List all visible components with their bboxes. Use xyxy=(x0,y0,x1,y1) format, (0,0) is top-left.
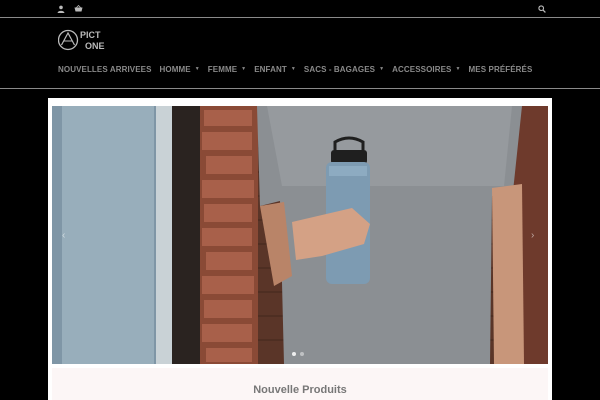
nav-item-accessoires[interactable]: ACCESSOIRES ▼ xyxy=(392,65,460,74)
site-logo[interactable]: PICT ONE xyxy=(57,28,112,52)
hero-slide-image xyxy=(52,106,548,364)
chevron-down-icon: ▼ xyxy=(455,66,461,72)
nav-item-sacs-bagages[interactable]: SACS - BAGAGES ▼ xyxy=(304,65,384,74)
nav-item-enfant[interactable]: ENFANT ▼ xyxy=(254,65,296,74)
nav-item-homme[interactable]: HOMME ▼ xyxy=(160,65,200,74)
logo-text-top: PICT xyxy=(80,30,101,40)
site-header: PICT ONE NOUVELLES ARRIVEES HOMME ▼ FEMME ▼ E… xyxy=(0,18,600,89)
nav-item-nouvelles-arrivees[interactable]: NOUVELLES ARRIVEES xyxy=(58,65,152,74)
nav-item-label: HOMME xyxy=(159,64,191,74)
nav-item-label: ENFANT xyxy=(254,64,287,74)
nav-item-label: SACS - BAGAGES xyxy=(303,64,376,74)
nav-item-label: FEMME xyxy=(207,64,238,74)
chevron-down-icon: ▼ xyxy=(290,66,296,72)
new-products-section: Nouvelle Produits xyxy=(52,368,548,400)
slider-dot-1[interactable] xyxy=(292,352,296,356)
search-icon[interactable] xyxy=(537,4,547,14)
slider-next-arrow[interactable]: › xyxy=(531,230,539,242)
logo-text-bottom: ONE xyxy=(85,41,105,51)
chevron-down-icon: ▼ xyxy=(379,66,385,72)
user-icon[interactable] xyxy=(56,4,66,14)
nav-item-label: NOUVELLES ARRIVEES xyxy=(58,64,152,74)
slider-dot-2[interactable] xyxy=(300,352,304,356)
chevron-down-icon: ▼ xyxy=(241,66,247,72)
nav-item-femme[interactable]: FEMME ▼ xyxy=(208,65,246,74)
top-utility-bar xyxy=(0,0,600,18)
nav-item-label: MES PRÉFÉRÉS xyxy=(468,64,533,74)
cart-icon[interactable] xyxy=(73,4,83,14)
slider-prev-arrow[interactable]: ‹ xyxy=(62,230,70,242)
nav-item-label: ACCESSOIRES xyxy=(392,64,452,74)
header-divider xyxy=(0,88,600,89)
nav-item-mes-pr-f-r-s[interactable]: MES PRÉFÉRÉS xyxy=(469,65,533,74)
main-navigation: NOUVELLES ARRIVEES HOMME ▼ FEMME ▼ ENFANT ▼ SAC… xyxy=(58,63,540,75)
section-title: Nouvelle Produits xyxy=(253,384,347,396)
chevron-down-icon: ▼ xyxy=(194,66,200,72)
slider-dots xyxy=(292,352,308,356)
